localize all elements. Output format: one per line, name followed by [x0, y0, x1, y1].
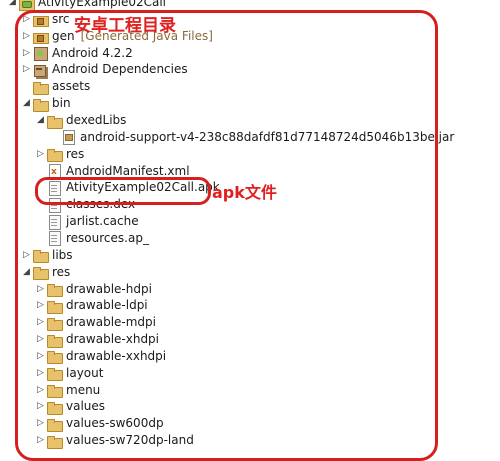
collapse-arrow-icon[interactable]: ◢ [7, 0, 18, 11]
project-icon [18, 0, 35, 11]
apk-file-highlight [35, 177, 211, 205]
project-directory-highlight [15, 10, 438, 461]
apk-file-annotation: apk文件 [212, 183, 277, 202]
project-directory-annotation: 安卓工程目录 [74, 16, 176, 36]
